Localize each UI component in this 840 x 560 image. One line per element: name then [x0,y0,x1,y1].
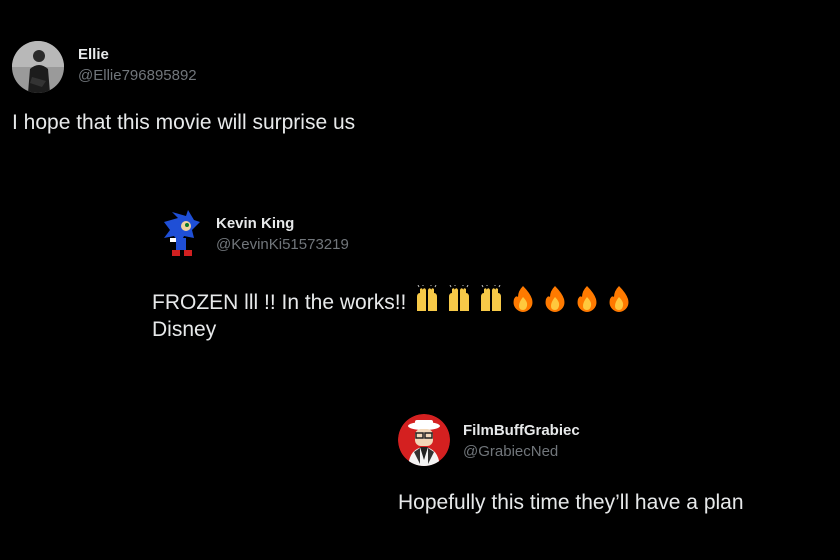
tweet-filmbuffgrabiec: FilmBuffGrabiec @GrabiecNed Hopefully th… [0,0,840,560]
tweet-text: Hopefully this time they’ll have a plan [398,491,744,514]
cartoon-reviewer-icon [398,414,450,466]
user-handle[interactable]: @GrabiecNed [463,443,558,460]
user-name[interactable]: FilmBuffGrabiec [463,422,580,439]
avatar-filmbuffgrabiec[interactable] [398,414,450,466]
